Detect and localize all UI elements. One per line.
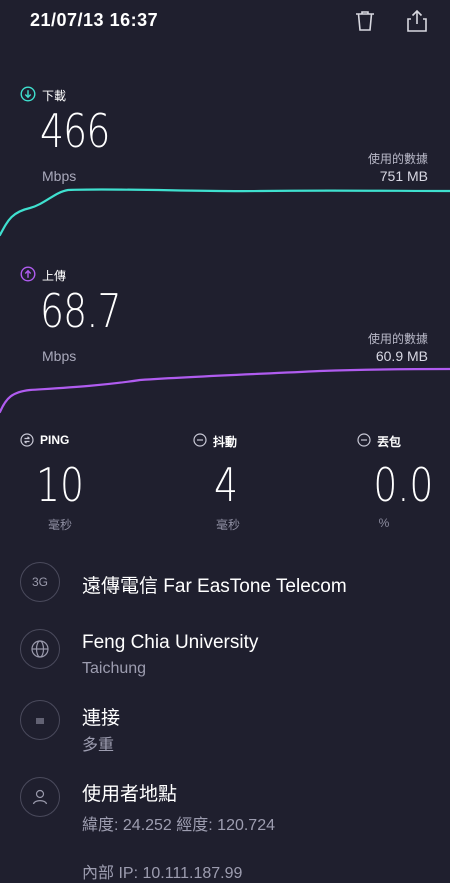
download-speed-graph — [0, 188, 450, 237]
share-icon[interactable] — [404, 8, 430, 34]
upload-label: 上傳 — [42, 269, 67, 283]
location-coordinates: 緯度: 24.252 經度: 120.724 — [82, 817, 276, 834]
connection-value: 多重 — [82, 737, 115, 754]
server-name[interactable]: Feng Chia University — [82, 632, 258, 654]
upload-speed-graph — [0, 367, 450, 414]
ping-icon — [20, 433, 34, 452]
ping-label: PING — [40, 433, 70, 447]
test-datetime: 21/07/13 16:37 — [30, 10, 159, 30]
download-speed: 466 — [40, 104, 110, 158]
packet-loss-icon — [357, 433, 371, 452]
packet-loss-value: 0.0 — [373, 458, 434, 512]
ping-unit: 毫秒 — [47, 518, 72, 532]
provider-name: 遠傳電信 Far EasTone Telecom — [82, 576, 347, 597]
ping-value: 10 — [35, 458, 84, 512]
jitter-unit: 毫秒 — [215, 518, 240, 532]
download-used-label: 使用的數據 — [367, 152, 428, 166]
globe-icon[interactable] — [20, 629, 60, 669]
server-city: Taichung — [82, 660, 147, 677]
network-type-icon: 3G — [20, 562, 60, 602]
jitter-label: 抖動 — [213, 435, 238, 449]
connection-title: 連接 — [82, 708, 121, 729]
download-label: 下載 — [42, 89, 67, 103]
location-title: 使用者地點 — [82, 784, 178, 805]
upload-speed: 68.7 — [40, 284, 122, 338]
download-icon — [20, 86, 36, 107]
trash-icon[interactable] — [352, 8, 378, 34]
upload-icon — [20, 266, 36, 287]
jitter-icon — [193, 433, 207, 452]
packet-loss-unit: % — [378, 516, 390, 530]
connections-icon — [20, 700, 60, 740]
internal-ip: 內部 IP: 10.111.187.99 — [82, 865, 243, 882]
network-type-text: 3G — [31, 575, 48, 589]
packet-loss-label: 丟包 — [377, 435, 402, 449]
upload-used-label: 使用的數據 — [367, 332, 428, 346]
jitter-value: 4 — [213, 458, 239, 512]
user-location-icon — [20, 777, 60, 817]
